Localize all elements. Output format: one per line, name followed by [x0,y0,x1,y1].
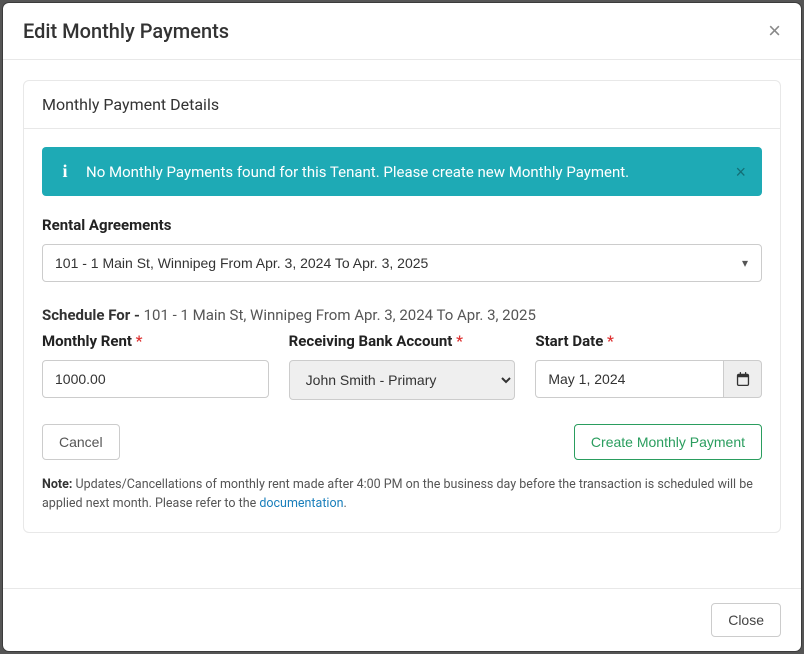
form-row: Monthly Rent * Receiving Bank Account * … [42,332,762,400]
close-icon[interactable]: × [768,20,781,42]
required-asterisk: * [456,332,463,350]
receiving-account-label-text: Receiving Bank Account [289,332,453,350]
receiving-account-select[interactable]: John Smith - Primary [289,360,516,400]
panel-title: Monthly Payment Details [24,81,780,129]
start-date-input[interactable] [535,360,724,398]
schedule-for-value: 101 - 1 Main St, Winnipeg From Apr. 3, 2… [144,306,536,324]
schedule-for-label: Schedule For - [42,306,144,324]
alert-dismiss-icon[interactable]: × [735,163,746,181]
receiving-account-field: Receiving Bank Account * John Smith - Pr… [289,332,516,400]
monthly-rent-field: Monthly Rent * [42,332,269,400]
start-date-field: Start Date * [535,332,762,400]
note-body-before: Updates/Cancellations of monthly rent ma… [42,477,753,511]
start-date-group [535,360,762,398]
modal-body: Monthly Payment Details i No Monthly Pay… [3,60,801,588]
schedule-for-row: Schedule For - 101 - 1 Main St, Winnipeg… [42,306,762,324]
required-asterisk: * [136,332,143,350]
close-button[interactable]: Close [711,603,781,637]
edit-monthly-payments-modal: Edit Monthly Payments × Monthly Payment … [3,3,801,651]
calendar-button[interactable] [724,360,762,398]
documentation-link[interactable]: documentation [259,496,343,511]
cancel-button[interactable]: Cancel [42,424,120,460]
note-body-after: . [343,496,346,511]
monthly-rent-input[interactable] [42,360,269,398]
rental-agreements-select-wrap: 101 - 1 Main St, Winnipeg From Apr. 3, 2… [42,244,762,282]
modal-footer: Close [3,588,801,651]
calendar-icon [736,372,750,386]
receiving-account-label: Receiving Bank Account * [289,332,516,350]
monthly-rent-label: Monthly Rent * [42,332,269,350]
rental-agreements-select[interactable]: 101 - 1 Main St, Winnipeg From Apr. 3, 2… [42,244,762,282]
info-alert: i No Monthly Payments found for this Ten… [42,147,762,196]
rental-agreements-label: Rental Agreements [42,216,762,234]
info-icon: i [58,161,72,182]
payment-details-panel: Monthly Payment Details i No Monthly Pay… [23,80,781,533]
panel-body: i No Monthly Payments found for this Ten… [24,129,780,532]
create-monthly-payment-button[interactable]: Create Monthly Payment [574,424,762,460]
monthly-rent-label-text: Monthly Rent [42,332,132,350]
start-date-label-text: Start Date [535,332,603,350]
action-button-row: Cancel Create Monthly Payment [42,424,762,460]
start-date-label: Start Date * [535,332,762,350]
alert-message: No Monthly Payments found for this Tenan… [86,163,721,181]
note-text: Note: Updates/Cancellations of monthly r… [42,476,762,514]
note-label: Note: [42,477,72,492]
modal-title: Edit Monthly Payments [23,19,229,43]
required-asterisk: * [607,332,614,350]
modal-header: Edit Monthly Payments × [3,3,801,60]
